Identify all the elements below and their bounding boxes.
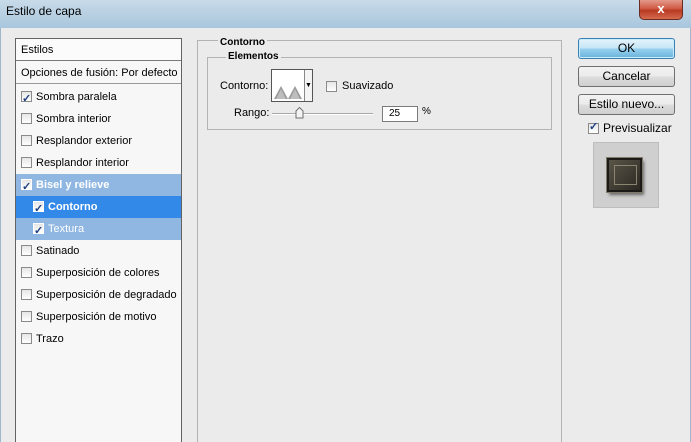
bevel-emboss-checkbox[interactable]	[21, 176, 32, 198]
contour-preview-icon	[272, 70, 304, 101]
style-item-label: Bisel y relieve	[36, 179, 110, 191]
style-item-label: Satinado	[36, 245, 80, 257]
styles-list: Estilos Opciones de fusión: Por defecto …	[15, 38, 182, 442]
range-slider-track[interactable]	[272, 113, 373, 115]
range-input[interactable]: 25	[382, 106, 418, 122]
style-item-inner-glow[interactable]: Resplandor interior	[16, 152, 181, 174]
smooth-checkbox[interactable]	[326, 81, 337, 92]
style-item-label: Textura	[48, 223, 85, 235]
preview-checkbox[interactable]	[588, 120, 599, 134]
range-slider-thumb[interactable]	[295, 107, 304, 119]
close-button[interactable]: x	[639, 0, 683, 20]
contour-picker[interactable]: ▼	[271, 69, 313, 102]
style-item-label: Resplandor exterior	[36, 135, 132, 147]
range-label: Rango:	[234, 107, 270, 119]
cancel-button[interactable]: Cancelar	[578, 66, 675, 87]
outer-glow-checkbox[interactable]	[21, 135, 32, 146]
style-item-stroke[interactable]: Trazo	[16, 328, 181, 350]
style-item-label: Superposición de motivo	[36, 311, 157, 323]
title-bar: Estilo de capa x	[0, 0, 691, 28]
style-item-bevel-emboss[interactable]: Bisel y relieve	[16, 174, 181, 198]
style-item-gradient-overlay[interactable]: Superposición de degradado	[16, 284, 181, 306]
style-item-inner-shadow[interactable]: Sombra interior	[16, 108, 181, 130]
style-item-drop-shadow[interactable]: Sombra paralela	[16, 86, 181, 110]
pattern-overlay-checkbox[interactable]	[21, 311, 32, 322]
style-item-label: Superposición de degradado	[36, 289, 177, 301]
style-item-outer-glow[interactable]: Resplandor exterior	[16, 130, 181, 152]
contour-label: Contorno:	[220, 80, 269, 92]
style-item-label: Trazo	[36, 333, 64, 345]
style-item-label: Sombra interior	[36, 113, 112, 125]
group-title: Elementos	[226, 51, 281, 62]
style-item-label: Resplandor interior	[36, 157, 129, 169]
satin-checkbox[interactable]	[21, 245, 32, 256]
ok-button[interactable]: OK	[578, 38, 675, 59]
style-item-contour[interactable]: Contorno	[16, 196, 181, 220]
style-item-label: Superposición de colores	[36, 267, 160, 279]
style-item-satin[interactable]: Satinado	[16, 240, 181, 262]
new-style-button[interactable]: Estilo nuevo...	[578, 94, 675, 115]
style-item-pattern-overlay[interactable]: Superposición de motivo	[16, 306, 181, 328]
color-overlay-checkbox[interactable]	[21, 267, 32, 278]
style-preview-thumbnail	[607, 158, 642, 192]
panel-title: Contorno	[218, 37, 267, 48]
texture-checkbox[interactable]	[33, 220, 44, 242]
style-item-color-overlay[interactable]: Superposición de colores	[16, 262, 181, 284]
preview-label: Previsualizar	[603, 121, 672, 135]
close-icon: x	[657, 1, 665, 16]
style-item-label: Contorno	[48, 201, 98, 213]
smooth-label: Suavizado	[342, 80, 394, 92]
blending-options[interactable]: Opciones de fusión: Por defecto	[16, 62, 181, 84]
style-item-texture[interactable]: Textura	[16, 218, 181, 242]
inner-shadow-checkbox[interactable]	[21, 113, 32, 124]
inner-glow-checkbox[interactable]	[21, 157, 32, 168]
range-unit: %	[422, 106, 431, 117]
styles-header[interactable]: Estilos	[16, 39, 181, 61]
elements-group	[207, 57, 552, 130]
contour-checkbox[interactable]	[33, 198, 44, 220]
style-preview	[593, 142, 659, 208]
stroke-checkbox[interactable]	[21, 333, 32, 344]
style-item-label: Sombra paralela	[36, 91, 117, 103]
window-title: Estilo de capa	[6, 4, 82, 18]
chevron-down-icon[interactable]: ▼	[304, 70, 312, 101]
drop-shadow-checkbox[interactable]	[21, 88, 32, 110]
gradient-overlay-checkbox[interactable]	[21, 289, 32, 300]
